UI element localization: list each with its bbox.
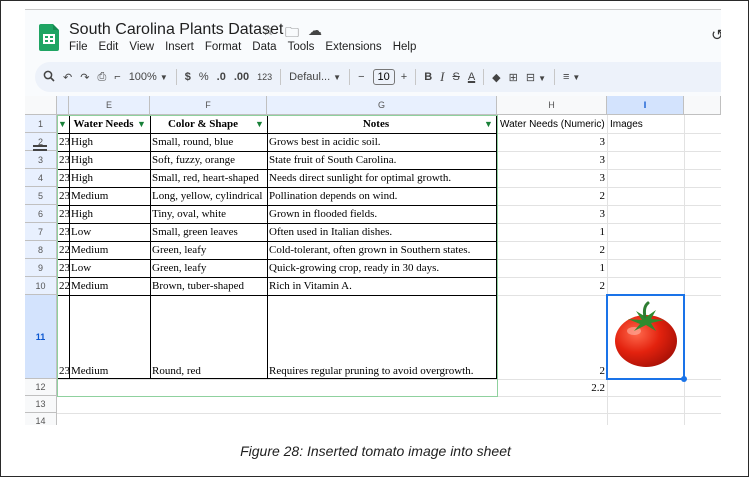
redo-icon[interactable]: ↷ — [80, 71, 89, 84]
font-size-input[interactable]: 10 — [372, 69, 395, 85]
borders-icon[interactable]: ⊞ — [509, 71, 518, 84]
select-all-corner[interactable] — [25, 96, 57, 115]
menu-edit[interactable]: Edit — [99, 41, 119, 53]
menu-bar: File Edit View Insert Format Data Tools … — [69, 41, 416, 53]
menu-format[interactable]: Format — [205, 41, 241, 53]
row-header[interactable]: 3 — [25, 151, 57, 169]
sheets-logo-icon[interactable] — [39, 24, 59, 51]
fill-color-icon[interactable]: ◆ — [492, 71, 500, 84]
cell[interactable]: 3 — [497, 169, 607, 187]
font-select[interactable]: Defaul... ▼ — [289, 71, 341, 83]
divider — [349, 69, 351, 85]
document-title[interactable]: South Carolina Plants Dataset — [69, 21, 283, 39]
percent-button[interactable]: % — [199, 71, 209, 83]
menu-help[interactable]: Help — [393, 41, 417, 53]
row-header[interactable]: 6 — [25, 205, 57, 223]
divider — [280, 69, 282, 85]
cell[interactable]: 3 — [497, 205, 607, 223]
header-images[interactable]: Images — [608, 115, 684, 133]
search-icon[interactable] — [43, 70, 55, 85]
number-format-button[interactable]: 123 — [257, 72, 272, 82]
divider — [554, 69, 555, 85]
column-header-g[interactable]: G — [267, 96, 497, 115]
cell[interactable]: 1 — [497, 223, 607, 241]
menu-data[interactable]: Data — [252, 41, 276, 53]
divider — [483, 69, 485, 85]
row-header[interactable]: 9 — [25, 259, 57, 277]
row-header[interactable]: 13 — [25, 396, 57, 413]
header-water-numeric[interactable]: Water Needs (Numeric) — [498, 115, 607, 133]
column-header-e[interactable]: E — [69, 96, 150, 115]
menu-file[interactable]: File — [69, 41, 88, 53]
column-header-j[interactable] — [684, 96, 721, 115]
font-size-increase-button[interactable]: + — [401, 71, 407, 83]
undo-icon[interactable]: ↶ — [63, 71, 72, 84]
filter-range-outline — [57, 115, 498, 397]
row-header[interactable]: 5 — [25, 187, 57, 205]
figure-frame: South Carolina Plants Dataset ☆ 🗀 ☁ ↺ Fi… — [0, 0, 749, 477]
cell[interactable]: 2 — [497, 295, 607, 379]
divider — [415, 69, 417, 85]
sheet-grid[interactable]: E F G H I 1 2 3 4 5 6 7 8 9 10 11 12 13 … — [25, 96, 721, 425]
cell[interactable]: 3 — [497, 133, 607, 151]
row-header[interactable]: 12 — [25, 379, 57, 396]
cell[interactable]: 2 — [497, 187, 607, 205]
selected-cell-outline — [606, 294, 685, 380]
zoom-select[interactable]: 100% ▼ — [129, 71, 168, 83]
print-icon[interactable]: ⎙ — [97, 71, 106, 84]
column-header-f[interactable]: F — [150, 96, 267, 115]
merge-cells-icon[interactable]: ⊟ ▼ — [526, 71, 546, 84]
fill-handle[interactable] — [681, 376, 687, 382]
increase-decimal-button[interactable]: .00 — [234, 71, 249, 83]
row-header[interactable]: 8 — [25, 241, 57, 259]
cell[interactable]: 1 — [497, 259, 607, 277]
cell[interactable]: 3 — [497, 151, 607, 169]
row-resize-handle[interactable] — [33, 145, 47, 147]
row-header[interactable]: 4 — [25, 169, 57, 187]
column-header-h[interactable]: H — [497, 96, 607, 115]
cell[interactable]: 2 — [497, 241, 607, 259]
menu-view[interactable]: View — [129, 41, 154, 53]
row-header[interactable]: 11 — [25, 295, 57, 379]
cloud-status-icon[interactable]: ☁ — [308, 22, 322, 39]
italic-button[interactable]: I — [440, 69, 444, 85]
paint-format-icon[interactable]: ⌐ — [114, 71, 120, 83]
currency-button[interactable]: $ — [185, 71, 191, 83]
menu-insert[interactable]: Insert — [165, 41, 194, 53]
sheets-window: South Carolina Plants Dataset ☆ 🗀 ☁ ↺ Fi… — [25, 9, 721, 425]
star-icon[interactable]: ☆ — [262, 22, 275, 39]
bold-button[interactable]: B — [424, 71, 432, 83]
divider — [175, 69, 177, 85]
menu-tools[interactable]: Tools — [288, 41, 315, 53]
align-icon[interactable]: ≡ ▼ — [563, 71, 580, 83]
row-header[interactable]: 14 — [25, 413, 57, 425]
history-icon[interactable]: ↺ — [711, 26, 721, 44]
column-header-i[interactable]: I — [607, 96, 684, 115]
row-header[interactable]: 7 — [25, 223, 57, 241]
strikethrough-button[interactable]: S — [452, 71, 459, 83]
figure-caption: Figure 28: Inserted tomato image into sh… — [240, 443, 511, 459]
font-size-decrease-button[interactable]: − — [358, 71, 364, 83]
row-resize-handle[interactable] — [33, 149, 47, 151]
column-header-d[interactable] — [57, 96, 69, 115]
row-header[interactable]: 1 — [25, 115, 57, 133]
decrease-decimal-button[interactable]: .0 — [217, 71, 226, 83]
menu-extensions[interactable]: Extensions — [325, 41, 381, 53]
cell-average[interactable]: 2.2 — [497, 379, 607, 396]
cell[interactable]: 2 — [497, 277, 607, 295]
toolbar: ↶ ↷ ⎙ ⌐ 100% ▼ $ % .0 .00 123 Defaul... ▼ … — [35, 62, 721, 92]
text-color-button[interactable]: A — [468, 71, 475, 83]
row-header[interactable]: 10 — [25, 277, 57, 295]
